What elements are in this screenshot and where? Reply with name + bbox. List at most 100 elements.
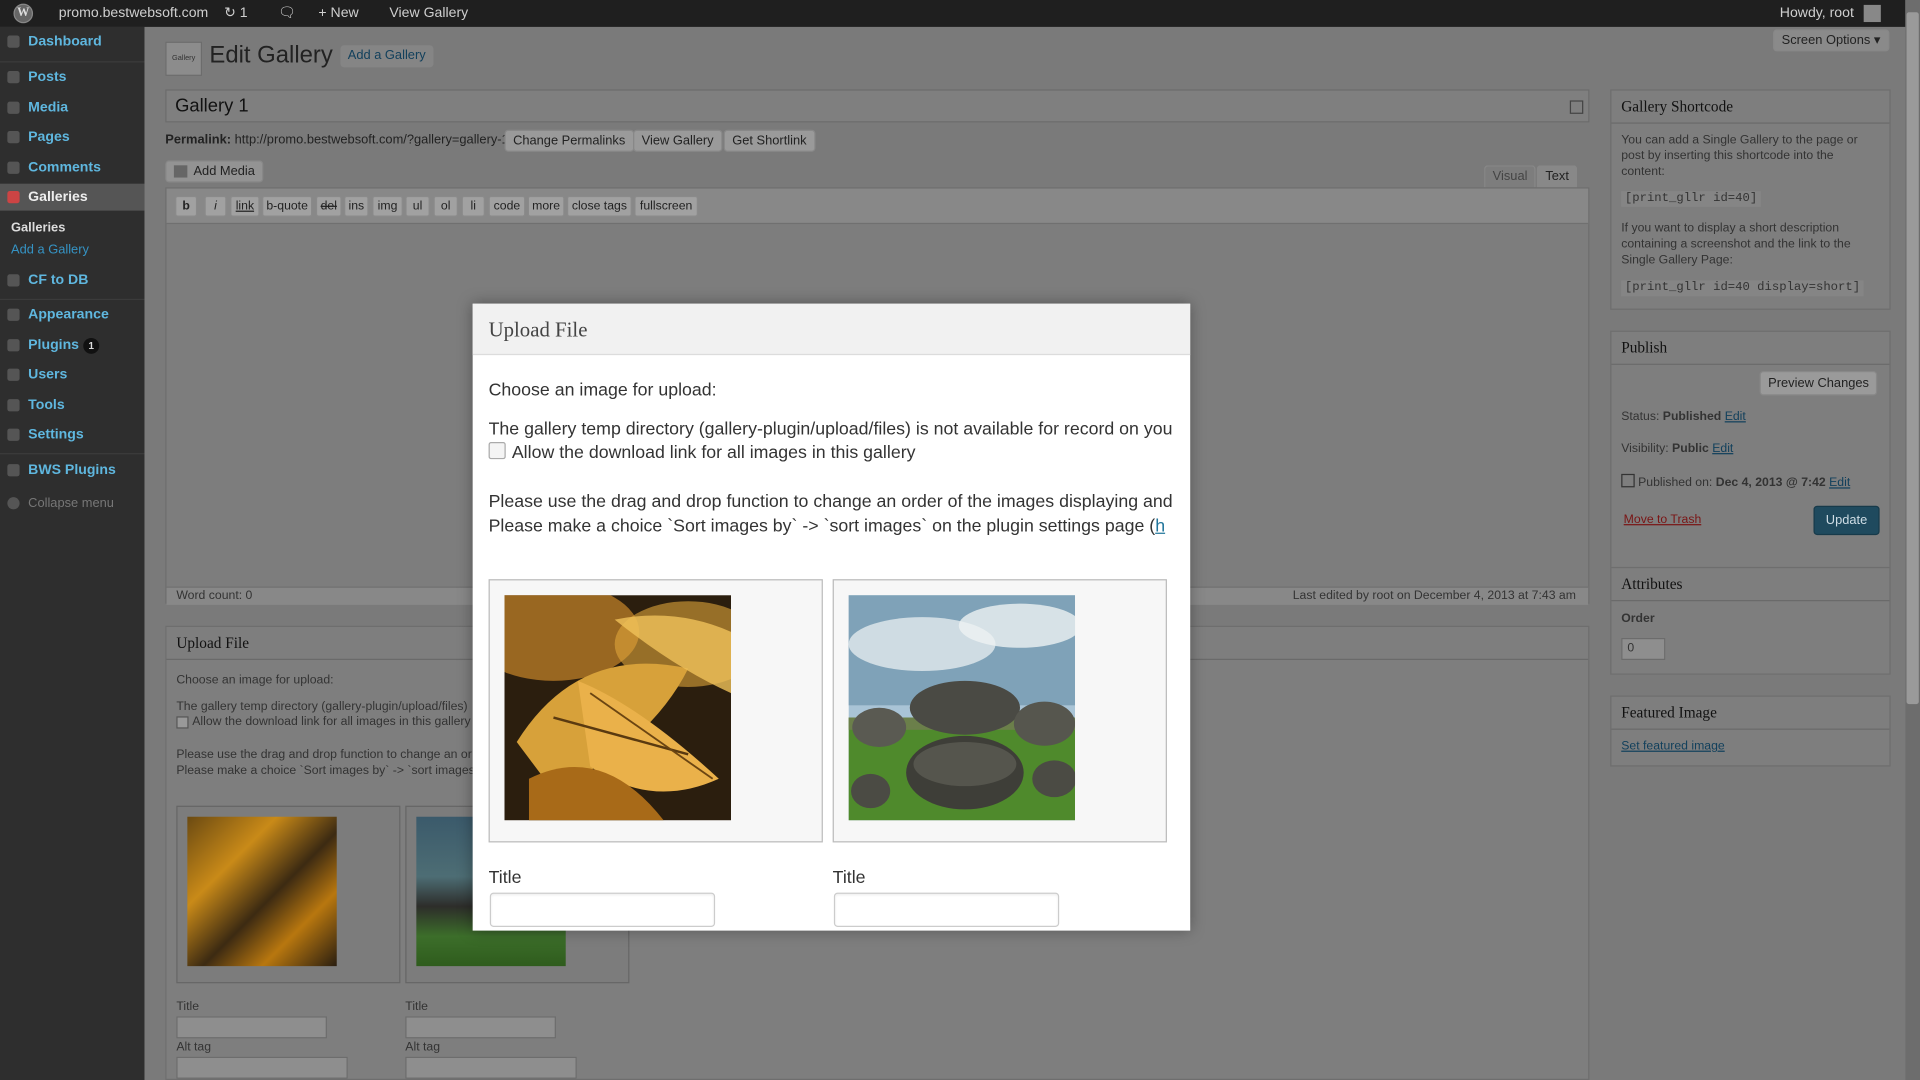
sidebar-item-label: Media	[28, 100, 69, 116]
new-content-link[interactable]: + New	[318, 0, 358, 27]
site-name-link[interactable]: promo.bestwebsoft.com	[59, 0, 209, 27]
quicktag-ins[interactable]: ins	[344, 195, 369, 217]
quicktag-italic[interactable]: i	[204, 195, 227, 217]
quicktag-bquote[interactable]: b-quote	[262, 195, 313, 217]
scrollbar-thumb[interactable]	[1906, 12, 1919, 705]
quicktag-close-tags[interactable]: close tags	[566, 195, 632, 217]
drag-drop-text-bg: Please use the drag and drop function to…	[176, 748, 472, 762]
plugin-settings-link[interactable]: h	[1155, 517, 1165, 537]
status-edit-link[interactable]: Edit	[1725, 410, 1746, 423]
quicktag-del[interactable]: del	[315, 195, 342, 217]
visibility-edit-link[interactable]: Edit	[1712, 442, 1733, 455]
view-gallery-button[interactable]: View Gallery	[633, 129, 723, 152]
allow-download-checkbox-bg[interactable]	[176, 716, 189, 729]
title-input-2[interactable]	[833, 892, 1060, 927]
alt-input-bg-1[interactable]	[176, 1056, 348, 1079]
allow-download-checkbox[interactable]	[488, 442, 506, 460]
view-gallery-link[interactable]: View Gallery	[389, 0, 468, 27]
sidebar-item-tools[interactable]: Tools	[0, 392, 144, 419]
expand-icon[interactable]	[1569, 100, 1584, 114]
collapse-menu-button[interactable]: Collapse menu	[0, 490, 144, 517]
alt-input-bg-2[interactable]	[405, 1056, 577, 1079]
submenu-galleries[interactable]: Galleries	[11, 220, 65, 235]
set-featured-image-link[interactable]: Set featured image	[1621, 740, 1724, 753]
pages-icon	[7, 131, 20, 144]
publish-box: Publish Preview Changes Status: Publishe…	[1610, 330, 1891, 578]
title-input-bg-1[interactable]	[176, 1016, 327, 1039]
sidebar-item-comments[interactable]: Comments	[0, 154, 144, 181]
calendar-icon	[1621, 473, 1635, 488]
screen-options-button[interactable]: Screen Options ▾	[1773, 29, 1889, 52]
sidebar-item-plugins[interactable]: Plugins 1	[0, 332, 144, 359]
quicktag-link[interactable]: link	[230, 195, 260, 217]
quicktag-code[interactable]: code	[488, 195, 526, 217]
quicktag-more[interactable]: more	[527, 195, 565, 217]
last-edited: Last edited by root on December 4, 2013 …	[1292, 588, 1576, 603]
quicktag-bold[interactable]: b	[175, 195, 198, 217]
preview-changes-button[interactable]: Preview Changes	[1759, 371, 1878, 396]
get-shortlink-button[interactable]: Get Shortlink	[723, 129, 816, 152]
modal-sort-choice-text: Please make a choice `Sort images by` ->…	[488, 516, 1156, 537]
appearance-icon	[7, 308, 20, 321]
sidebar-item-cf-to-db[interactable]: CF to DB	[0, 267, 144, 294]
add-media-button[interactable]: Add Media	[165, 160, 264, 183]
sidebar-item-media[interactable]: Media	[0, 94, 144, 121]
sidebar-item-label: Pages	[28, 129, 70, 145]
page-scrollbar[interactable]	[1905, 0, 1920, 1080]
comments-bubble-icon[interactable]: 🗨	[278, 0, 296, 27]
allow-download-label: Allow the download link for all images i…	[511, 443, 916, 463]
quicktag-li[interactable]: li	[461, 195, 485, 217]
howdy-user-link[interactable]: Howdy, root	[1780, 0, 1854, 27]
updates-link[interactable]: ↻ 1	[224, 0, 248, 27]
quicktag-ol[interactable]: ol	[433, 195, 458, 217]
sidebar-item-pages[interactable]: Pages	[0, 124, 144, 151]
sidebar-item-label: Tools	[28, 397, 65, 413]
wordpress-logo-icon[interactable]	[13, 3, 34, 24]
tab-text[interactable]: Text	[1536, 165, 1578, 188]
tab-visual[interactable]: Visual	[1484, 165, 1537, 188]
autumn-leaves-thumbnail	[187, 816, 337, 967]
sidebar-item-posts[interactable]: Posts	[0, 64, 144, 91]
dashboard-icon	[7, 35, 20, 48]
published-edit-link[interactable]: Edit	[1829, 476, 1850, 489]
move-to-trash-link[interactable]: Move to Trash	[1624, 513, 1702, 526]
featured-image-heading: Featured Image	[1611, 697, 1890, 730]
order-input[interactable]: 0	[1621, 637, 1666, 661]
image-card-2[interactable]	[832, 579, 1167, 843]
add-gallery-button[interactable]: Add a Gallery	[340, 45, 434, 68]
image-card-1-bg[interactable]	[176, 805, 401, 984]
update-button[interactable]: Update	[1813, 505, 1880, 536]
sidebar-item-dashboard[interactable]: Dashboard	[0, 28, 144, 55]
modal-title: Upload File	[488, 318, 588, 342]
sidebar-item-settings[interactable]: Settings	[0, 421, 144, 448]
sidebar-item-galleries[interactable]: Galleries	[0, 183, 155, 211]
sidebar-item-label: Plugins	[28, 337, 80, 353]
gallery-title-input[interactable]: Gallery 1	[165, 89, 1590, 123]
published-label: Published on:	[1638, 476, 1713, 490]
image-card-1[interactable]	[488, 579, 823, 843]
sidebar-item-label: Collapse menu	[28, 495, 114, 511]
alt-label-bg-1: Alt tag	[176, 1040, 212, 1055]
quicktag-ul[interactable]: ul	[405, 195, 430, 217]
sidebar-item-users[interactable]: Users	[0, 361, 144, 388]
change-permalinks-button[interactable]: Change Permalinks	[504, 129, 634, 152]
admin-bar: promo.bestwebsoft.com ↻ 1 🗨 + New View G…	[0, 0, 1906, 27]
title-input-bg-2[interactable]	[405, 1016, 556, 1039]
quicktag-fullscreen[interactable]: fullscreen	[634, 195, 698, 217]
page-title: Edit Gallery	[209, 41, 333, 69]
published-on-row: Published on: Dec 4, 2013 @ 7:42 Edit	[1621, 473, 1850, 490]
avatar[interactable]	[1863, 4, 1881, 23]
upload-choose-text: Choose an image for upload:	[176, 673, 334, 687]
allow-download-label-bg: Allow the download link for all images i…	[192, 715, 471, 729]
sidebar-item-appearance[interactable]: Appearance	[0, 301, 144, 328]
permalink-url[interactable]: http://promo.bestwebsoft.com/?gallery=ga…	[235, 132, 520, 147]
title-input-1[interactable]	[489, 892, 716, 927]
modal-header: Upload File	[472, 303, 1191, 356]
plus-icon: +	[318, 6, 327, 21]
add-media-label: Add Media	[193, 164, 255, 179]
upload-temp-dir-text: The gallery temp directory (gallery-plug…	[176, 700, 468, 714]
sidebar-item-bws-plugins[interactable]: BWS Plugins	[0, 457, 144, 484]
quicktag-img[interactable]: img	[372, 195, 403, 217]
gallery-shortcode-box: Gallery Shortcode You can add a Single G…	[1610, 89, 1891, 310]
submenu-add-gallery[interactable]: Add a Gallery	[11, 242, 89, 257]
